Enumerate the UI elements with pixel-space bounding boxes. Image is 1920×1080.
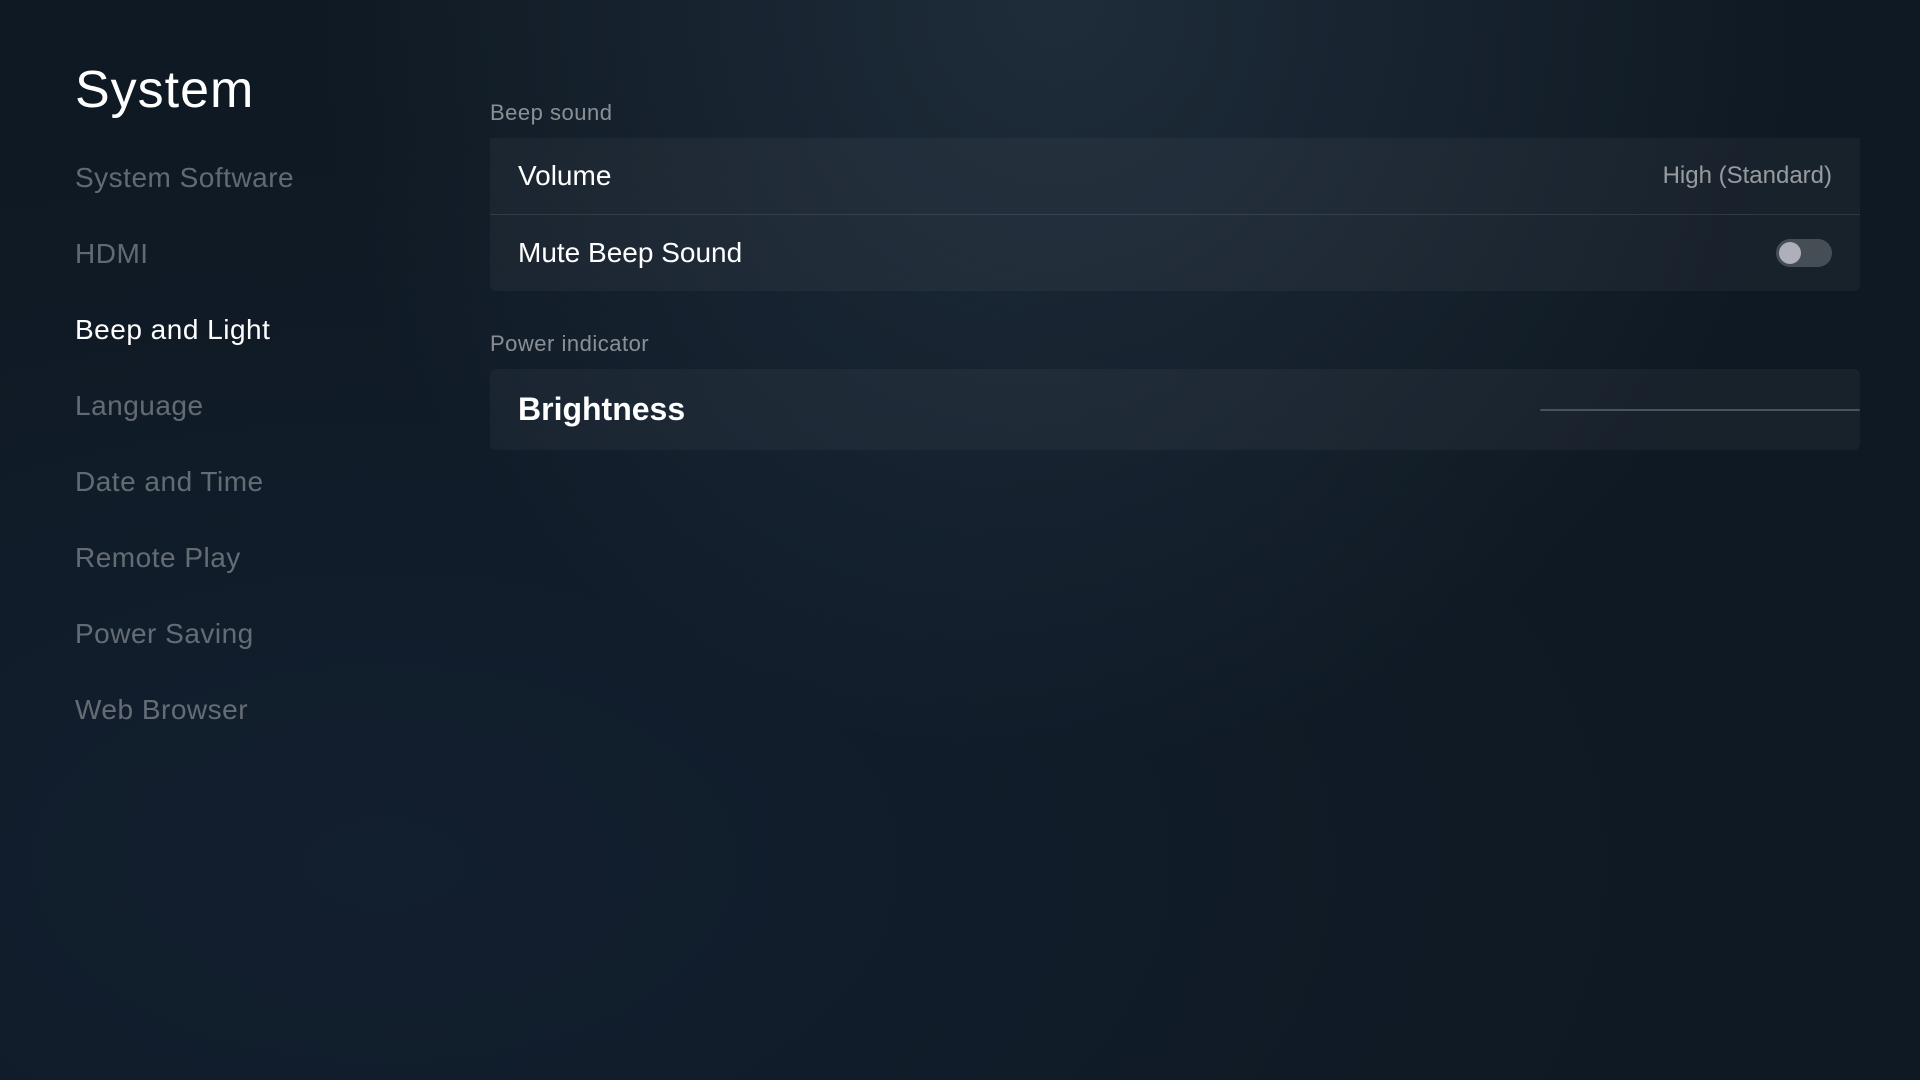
beep-sound-section-label: Beep sound <box>490 100 1860 126</box>
beep-sound-group: Beep sound Volume High (Standard) Mute B… <box>490 100 1860 291</box>
power-indicator-group: Power indicator Brightness <box>490 331 1860 450</box>
brightness-label: Brightness <box>518 391 685 428</box>
sidebar-item-web-browser[interactable]: Web Browser <box>75 672 455 748</box>
mute-beep-toggle[interactable] <box>1776 239 1832 267</box>
mute-beep-label: Mute Beep Sound <box>518 237 742 269</box>
mute-beep-row[interactable]: Mute Beep Sound <box>490 215 1860 291</box>
sidebar-item-beep-and-light[interactable]: Beep and Light <box>75 292 455 368</box>
sidebar-item-language[interactable]: Language <box>75 368 455 444</box>
sidebar-item-date-and-time[interactable]: Date and Time <box>75 444 455 520</box>
volume-label: Volume <box>518 160 611 192</box>
power-indicator-section-label: Power indicator <box>490 331 1860 357</box>
toggle-knob <box>1779 242 1801 264</box>
brightness-row[interactable]: Brightness <box>490 369 1860 450</box>
sidebar: System SoftwareHDMIBeep and LightLanguag… <box>75 140 455 748</box>
sidebar-item-hdmi[interactable]: HDMI <box>75 216 455 292</box>
brightness-dropdown[interactable] <box>1540 409 1860 411</box>
volume-value: High (Standard) <box>1663 162 1832 190</box>
sidebar-item-system-software[interactable]: System Software <box>75 140 455 216</box>
volume-row[interactable]: Volume High (Standard) <box>490 138 1860 215</box>
main-content: Beep sound Volume High (Standard) Mute B… <box>490 100 1860 1020</box>
page-title: System <box>75 60 254 120</box>
sidebar-item-power-saving[interactable]: Power Saving <box>75 596 455 672</box>
sidebar-item-remote-play[interactable]: Remote Play <box>75 520 455 596</box>
